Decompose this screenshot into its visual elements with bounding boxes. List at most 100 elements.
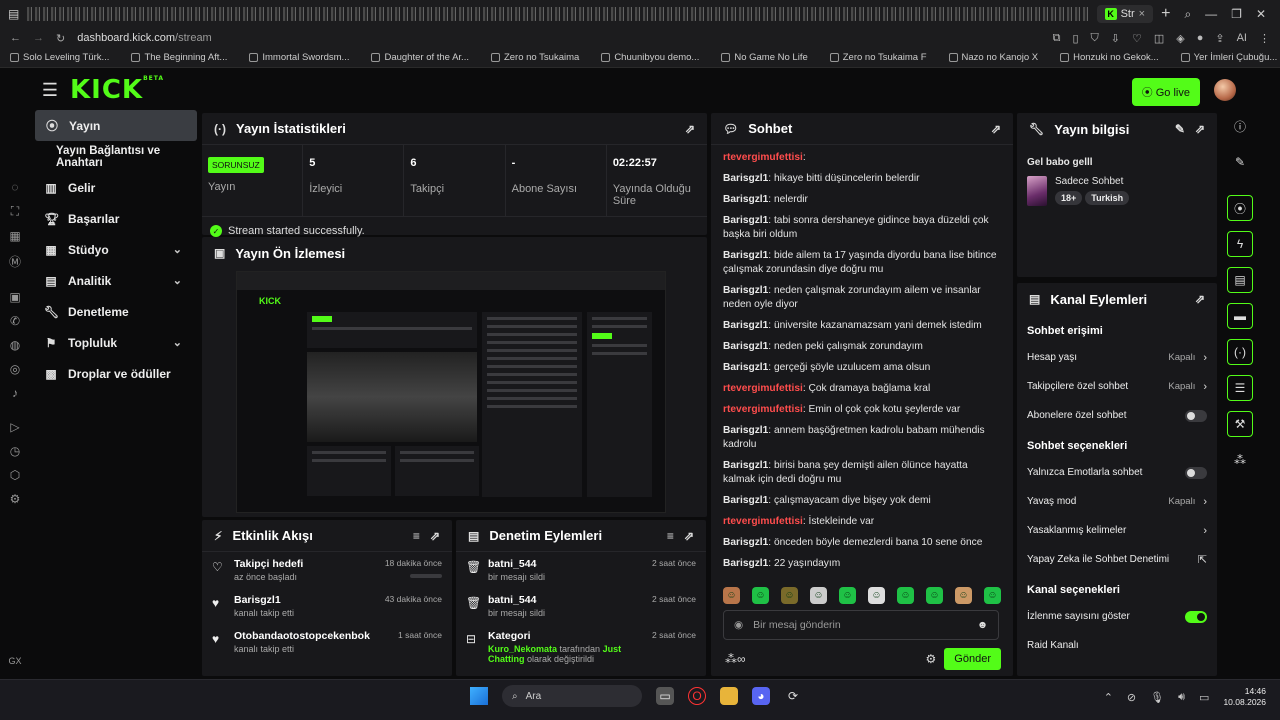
tab-strip[interactable]: [27, 7, 1089, 21]
sidebar-item-basarilar[interactable]: 🏆︎ Başarılar: [30, 203, 200, 234]
discord-icon[interactable]: ◕: [752, 687, 770, 705]
shield-icon[interactable]: ⛉: [1091, 32, 1099, 45]
chat-username[interactable]: Barisgzl1: [723, 285, 768, 296]
chat-icon[interactable]: ▬: [1227, 303, 1253, 329]
go-live-button[interactable]: ⦿ Go live: [1131, 78, 1200, 106]
subs-only-toggle[interactable]: [1185, 409, 1207, 422]
folder-icon[interactable]: [720, 687, 738, 705]
filter-icon[interactable]: ≡: [667, 529, 674, 543]
chat-username[interactable]: Barisgzl1: [723, 425, 768, 436]
app-icon[interactable]: ⟳: [784, 687, 802, 705]
menu-icon[interactable]: ☰: [30, 80, 70, 101]
kick-logo[interactable]: KICKBETA: [70, 75, 164, 105]
apps-icon[interactable]: ⁂: [1227, 447, 1253, 473]
windows-start-icon[interactable]: [470, 687, 488, 705]
bookmark-item[interactable]: Honzuki no Gekok...: [1060, 52, 1159, 63]
clipboard-icon[interactable]: ▤: [1227, 267, 1253, 293]
emote-icon[interactable]: ☺: [984, 587, 1001, 604]
bookmark-item[interactable]: Zero no Tsukaima: [490, 52, 579, 63]
bookmark-item[interactable]: Nazo no Kanojo X: [948, 52, 1038, 63]
sidebar-app-icon[interactable]: ▦: [9, 229, 20, 243]
battery-icon[interactable]: ▭: [1199, 691, 1209, 704]
extensions-icon[interactable]: ◈: [1176, 32, 1184, 45]
task-view-icon[interactable]: ▭: [656, 687, 674, 705]
emote-icon[interactable]: ☺: [897, 587, 914, 604]
chat-username[interactable]: Barisgzl1: [723, 215, 768, 226]
emote-icon[interactable]: ☺: [752, 587, 769, 604]
pencil-icon[interactable]: ✎: [1175, 122, 1185, 136]
sidebar-app-icon[interactable]: ◌: [11, 180, 18, 194]
more-icon[interactable]: ⋮: [1259, 32, 1270, 45]
sidebar-item-analitik[interactable]: ▤ Analitik ⌄: [30, 265, 200, 296]
chat-input[interactable]: ◉ Bir mesaj gönderin ☻: [723, 610, 999, 640]
emote-only-toggle[interactable]: [1185, 466, 1207, 479]
chat-username[interactable]: Barisgzl1: [723, 460, 768, 471]
list-icon[interactable]: ☰: [1227, 375, 1253, 401]
popout-icon[interactable]: ⇗: [991, 122, 1001, 136]
stream-preview-video[interactable]: KICK: [236, 271, 666, 513]
sidebar-app-icon[interactable]: ⛶: [11, 204, 19, 219]
popout-icon[interactable]: ⇗: [1195, 122, 1205, 136]
emoji-icon[interactable]: ☻: [977, 619, 988, 631]
ai-button[interactable]: AI: [1237, 32, 1247, 45]
bookmark-item[interactable]: Zero no Tsukaima F: [829, 52, 927, 63]
lightning-icon[interactable]: ϟ: [1227, 231, 1253, 257]
chat-username[interactable]: Barisgzl1: [723, 362, 768, 373]
sidebar-app-icon[interactable]: ◷: [10, 444, 20, 458]
slow-mode-row[interactable]: Yavaş mod Kapalı ›: [1017, 487, 1217, 516]
bookmark-item[interactable]: The Beginning Aft...: [131, 52, 227, 63]
split-view-icon[interactable]: ⧉: [1053, 32, 1061, 45]
new-tab-icon[interactable]: +: [1161, 5, 1170, 23]
chat-username[interactable]: Barisgzl1: [723, 250, 768, 261]
pencil-icon[interactable]: ✎: [1227, 149, 1253, 175]
emote-icon[interactable]: ☺: [955, 587, 972, 604]
chat-username[interactable]: rtevergimufettisi: [723, 383, 803, 394]
sidebar-app-icon[interactable]: ⬡: [10, 468, 20, 482]
emote-icon[interactable]: ☺: [839, 587, 856, 604]
chat-username[interactable]: rtevergimufettisi: [723, 152, 803, 163]
bookmark-item[interactable]: Immortal Swordsm...: [249, 52, 349, 63]
popout-icon[interactable]: ⇗: [684, 529, 694, 543]
followers-only-row[interactable]: Takipçilere özel sohbet Kapalı ›: [1017, 372, 1217, 401]
chat-username[interactable]: Barisgzl1: [723, 194, 768, 205]
sidebar-item-gelir[interactable]: ▥ Gelir: [30, 172, 200, 203]
sidebar-app-icon[interactable]: ▣: [9, 290, 20, 304]
info-icon[interactable]: ⓘ: [1227, 113, 1253, 139]
reload-icon[interactable]: ↻: [56, 32, 65, 45]
emote-icon[interactable]: ☺: [868, 587, 885, 604]
emote-icon[interactable]: ☺: [810, 587, 827, 604]
clock[interactable]: 14:46 10.08.2026: [1223, 686, 1266, 708]
bookmark-item[interactable]: Yer İmleri Çubuğu...: [1180, 52, 1277, 63]
sidebar-item-droplar[interactable]: ▩ Droplar ve ödüller: [30, 358, 200, 389]
share-icon[interactable]: ⇪: [1215, 32, 1224, 45]
sidebar-app-icon[interactable]: GX: [8, 656, 21, 666]
restore-icon[interactable]: ❐: [1231, 7, 1242, 22]
chat-username[interactable]: Barisgzl1: [723, 495, 768, 506]
sidebar-app-icon[interactable]: ✆: [10, 314, 20, 328]
tab-active[interactable]: K Str ×: [1096, 5, 1154, 23]
mic-icon[interactable]: 🎙︎: [1150, 691, 1164, 704]
network-off-icon[interactable]: ⊘: [1127, 691, 1136, 704]
bookmark-item[interactable]: Chuunibyou demo...: [601, 52, 699, 63]
sidebar-item-topluluk[interactable]: ⚑ Topluluk ⌄: [30, 327, 200, 358]
window-close-icon[interactable]: ✕: [1256, 7, 1266, 22]
sidebar-app-icon[interactable]: ▷: [10, 420, 19, 434]
sidebar-app-icon[interactable]: Ⓜ: [9, 253, 21, 270]
chat-username[interactable]: Barisgzl1: [723, 537, 768, 548]
account-age-row[interactable]: Hesap yaşı Kapalı ›: [1017, 343, 1217, 372]
chat-username[interactable]: Barisgzl1: [723, 558, 768, 569]
ai-moderation-row[interactable]: Yapay Zeka ile Sohbet Denetimi ⇱: [1017, 545, 1217, 574]
chat-username[interactable]: Barisgzl1: [723, 173, 768, 184]
reader-icon[interactable]: ▯: [1072, 32, 1078, 45]
chat-username[interactable]: rtevergimufettisi: [723, 516, 803, 527]
bookmark-item[interactable]: No Game No Life: [721, 52, 808, 63]
download-icon[interactable]: ⇩: [1111, 32, 1120, 45]
chat-username[interactable]: Barisgzl1: [723, 341, 768, 352]
sidebar-app-icon[interactable]: ◍: [10, 338, 20, 352]
wrench-icon[interactable]: ⚒: [1227, 411, 1253, 437]
minimize-icon[interactable]: —: [1205, 7, 1217, 22]
sidebar-item-denetleme[interactable]: 🔧︎ Denetleme: [30, 296, 200, 327]
browser-menu-icon[interactable]: ▤: [8, 7, 19, 21]
bookmark-item[interactable]: Solo Leveling Türk...: [10, 52, 109, 63]
heart-icon[interactable]: ♡: [1132, 32, 1142, 45]
